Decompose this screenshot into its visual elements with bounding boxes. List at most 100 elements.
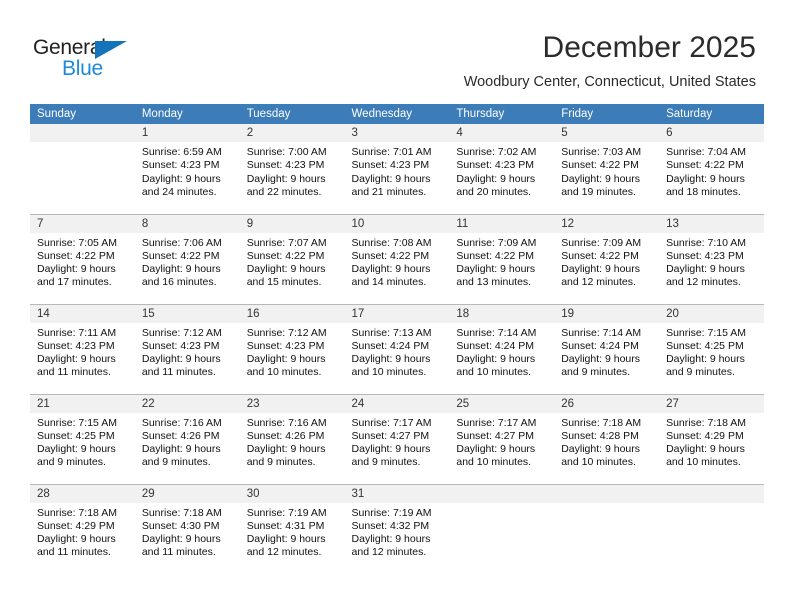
day-number [554, 484, 660, 503]
day-cell[interactable]: 26 Sunrise: 7:18 AM Sunset: 4:28 PM Dayl… [554, 393, 660, 484]
calendar-week-row: 14 Sunrise: 7:11 AM Sunset: 4:23 PM Dayl… [30, 303, 764, 394]
day-cell[interactable]: 30 Sunrise: 7:19 AM Sunset: 4:31 PM Dayl… [239, 483, 345, 575]
daylight-text-line2: and 10 minutes. [456, 456, 532, 469]
day-cell-inner: 25 Sunrise: 7:17 AM Sunset: 4:27 PM Dayl… [449, 394, 555, 484]
day-cell-inner: 28 Sunrise: 7:18 AM Sunset: 4:29 PM Dayl… [30, 484, 135, 575]
day-number: 26 [554, 394, 660, 413]
day-cell[interactable]: 21 Sunrise: 7:15 AM Sunset: 4:25 PM Dayl… [30, 393, 135, 484]
day-cell[interactable]: 29 Sunrise: 7:18 AM Sunset: 4:30 PM Dayl… [134, 483, 240, 575]
day-cell[interactable]: 28 Sunrise: 7:18 AM Sunset: 4:29 PM Dayl… [30, 483, 135, 575]
sunset-text: Sunset: 4:26 PM [141, 429, 220, 442]
daylight-text-line2: and 19 minutes. [561, 185, 636, 198]
day-cell[interactable]: 10 Sunrise: 7:08 AM Sunset: 4:22 PM Dayl… [344, 213, 450, 304]
day-cell-inner [554, 484, 660, 575]
daylight-text-line2: and 17 minutes. [37, 276, 112, 289]
day-cell[interactable]: 9 Sunrise: 7:07 AM Sunset: 4:22 PM Dayli… [239, 213, 345, 304]
weekday-header-saturday: Saturday [659, 104, 764, 124]
day-number: 16 [239, 304, 345, 323]
day-cell[interactable]: 1 Sunrise: 6:59 AM Sunset: 4:23 PM Dayli… [134, 124, 240, 214]
sunset-text: Sunset: 4:23 PM [141, 159, 220, 172]
daylight-text-line2: and 9 minutes. [37, 456, 106, 469]
sunrise-text: Sunrise: 7:17 AM [456, 416, 537, 429]
day-cell[interactable] [554, 483, 660, 575]
day-details: Sunrise: 7:18 AM Sunset: 4:28 PM Dayligh… [554, 413, 659, 470]
day-cell[interactable]: 11 Sunrise: 7:09 AM Sunset: 4:22 PM Dayl… [449, 213, 555, 304]
day-cell[interactable]: 22 Sunrise: 7:16 AM Sunset: 4:26 PM Dayl… [134, 393, 240, 484]
sunrise-text: Sunrise: 7:12 AM [141, 326, 222, 339]
day-cell[interactable]: 15 Sunrise: 7:12 AM Sunset: 4:23 PM Dayl… [134, 303, 240, 394]
day-cell[interactable]: 23 Sunrise: 7:16 AM Sunset: 4:26 PM Dayl… [239, 393, 345, 484]
day-details: Sunrise: 7:05 AM Sunset: 4:22 PM Dayligh… [30, 233, 135, 290]
day-cell[interactable]: 5 Sunrise: 7:03 AM Sunset: 4:22 PM Dayli… [554, 124, 660, 214]
day-details: Sunrise: 7:18 AM Sunset: 4:30 PM Dayligh… [135, 503, 240, 560]
day-number: 30 [239, 484, 345, 503]
day-cell-inner [30, 124, 135, 214]
day-cell[interactable]: 31 Sunrise: 7:19 AM Sunset: 4:32 PM Dayl… [344, 483, 450, 574]
sunset-text: Sunset: 4:26 PM [246, 429, 325, 442]
day-cell-inner: 29 Sunrise: 7:18 AM Sunset: 4:30 PM Dayl… [134, 484, 240, 575]
day-details: Sunrise: 7:01 AM Sunset: 4:23 PM Dayligh… [345, 142, 450, 199]
day-details: Sunrise: 7:19 AM Sunset: 4:32 PM Dayligh… [345, 503, 450, 560]
day-cell[interactable]: 3 Sunrise: 7:01 AM Sunset: 4:23 PM Dayli… [344, 124, 450, 214]
daylight-text-line1: Daylight: 9 hours [37, 263, 116, 276]
day-cell[interactable]: 12 Sunrise: 7:09 AM Sunset: 4:22 PM Dayl… [554, 213, 660, 304]
day-details: Sunrise: 7:14 AM Sunset: 4:24 PM Dayligh… [554, 323, 659, 380]
daylight-text-line1: Daylight: 9 hours [246, 172, 326, 185]
day-details: Sunrise: 6:59 AM Sunset: 4:23 PM Dayligh… [135, 142, 240, 199]
day-details: Sunrise: 7:09 AM Sunset: 4:22 PM Dayligh… [449, 233, 554, 290]
day-cell-inner: 30 Sunrise: 7:19 AM Sunset: 4:31 PM Dayl… [239, 484, 345, 575]
calendar-page: General Blue December 2025 Woodbury Cent… [0, 0, 792, 612]
sunrise-text: Sunrise: 7:02 AM [456, 146, 537, 158]
page-header: General Blue December 2025 Woodbury Cent… [0, 0, 792, 104]
day-number: 10 [344, 214, 450, 233]
sunset-text: Sunset: 4:23 PM [246, 159, 325, 172]
day-cell[interactable]: 27 Sunrise: 7:18 AM Sunset: 4:29 PM Dayl… [659, 393, 764, 484]
sunset-text: Sunset: 4:31 PM [246, 519, 325, 532]
sunset-text: Sunset: 4:22 PM [351, 249, 430, 262]
day-cell[interactable]: 6 Sunrise: 7:04 AM Sunset: 4:22 PM Dayli… [659, 124, 764, 214]
day-cell[interactable]: 19 Sunrise: 7:14 AM Sunset: 4:24 PM Dayl… [554, 303, 660, 394]
day-cell[interactable]: 18 Sunrise: 7:14 AM Sunset: 4:24 PM Dayl… [449, 303, 555, 394]
daylight-text-line2: and 14 minutes. [351, 276, 427, 289]
sunrise-text: Sunrise: 7:18 AM [141, 506, 222, 519]
day-number: 27 [659, 394, 764, 413]
day-details: Sunrise: 7:17 AM Sunset: 4:27 PM Dayligh… [449, 413, 554, 470]
day-cell[interactable]: 25 Sunrise: 7:17 AM Sunset: 4:27 PM Dayl… [449, 393, 555, 484]
daylight-text-line2: and 12 minutes. [351, 546, 427, 559]
daylight-text-line1: Daylight: 9 hours [246, 263, 326, 276]
sunrise-text: Sunrise: 7:03 AM [561, 146, 642, 158]
sunset-text: Sunset: 4:30 PM [141, 519, 220, 532]
daylight-text-line1: Daylight: 9 hours [351, 443, 431, 456]
calendar-week-row: 21 Sunrise: 7:15 AM Sunset: 4:25 PM Dayl… [30, 393, 764, 484]
day-details: Sunrise: 7:16 AM Sunset: 4:26 PM Dayligh… [135, 413, 240, 470]
logo-text-blue: Blue [62, 57, 103, 80]
day-cell[interactable]: 20 Sunrise: 7:15 AM Sunset: 4:25 PM Dayl… [659, 303, 764, 394]
day-cell[interactable] [449, 483, 555, 574]
day-cell[interactable] [659, 483, 764, 574]
sunrise-text: Sunrise: 7:11 AM [37, 326, 117, 339]
day-details: Sunrise: 7:13 AM Sunset: 4:24 PM Dayligh… [345, 323, 450, 380]
sunrise-text: Sunrise: 7:05 AM [37, 236, 117, 249]
day-details: Sunrise: 7:06 AM Sunset: 4:22 PM Dayligh… [135, 233, 240, 290]
sunrise-text: Sunrise: 7:19 AM [351, 506, 432, 519]
day-cell[interactable]: 7 Sunrise: 7:05 AM Sunset: 4:22 PM Dayli… [30, 213, 135, 304]
day-cell[interactable]: 17 Sunrise: 7:13 AM Sunset: 4:24 PM Dayl… [344, 303, 450, 394]
sunrise-text: Sunrise: 7:18 AM [666, 416, 747, 429]
day-cell[interactable]: 24 Sunrise: 7:17 AM Sunset: 4:27 PM Dayl… [344, 393, 450, 484]
day-cell[interactable]: 13 Sunrise: 7:10 AM Sunset: 4:23 PM Dayl… [659, 213, 764, 304]
daylight-text-line2: and 16 minutes. [141, 276, 217, 289]
weekday-header-sunday: Sunday [30, 104, 135, 124]
generalblue-logo[interactable]: General Blue [33, 36, 153, 84]
day-cell[interactable]: 2 Sunrise: 7:00 AM Sunset: 4:23 PM Dayli… [239, 124, 345, 214]
day-details: Sunrise: 7:12 AM Sunset: 4:23 PM Dayligh… [240, 323, 345, 380]
sunset-text: Sunset: 4:28 PM [561, 429, 639, 442]
day-number: 17 [344, 304, 450, 323]
weekday-header-monday: Monday [134, 104, 240, 124]
day-cell[interactable]: 14 Sunrise: 7:11 AM Sunset: 4:23 PM Dayl… [30, 303, 135, 394]
day-cell[interactable]: 16 Sunrise: 7:12 AM Sunset: 4:23 PM Dayl… [239, 303, 345, 394]
day-cell[interactable] [30, 124, 135, 214]
day-cell[interactable]: 8 Sunrise: 7:06 AM Sunset: 4:22 PM Dayli… [134, 213, 240, 304]
daylight-text-line2: and 10 minutes. [666, 456, 741, 469]
day-details [554, 503, 659, 507]
day-cell[interactable]: 4 Sunrise: 7:02 AM Sunset: 4:23 PM Dayli… [449, 124, 555, 214]
